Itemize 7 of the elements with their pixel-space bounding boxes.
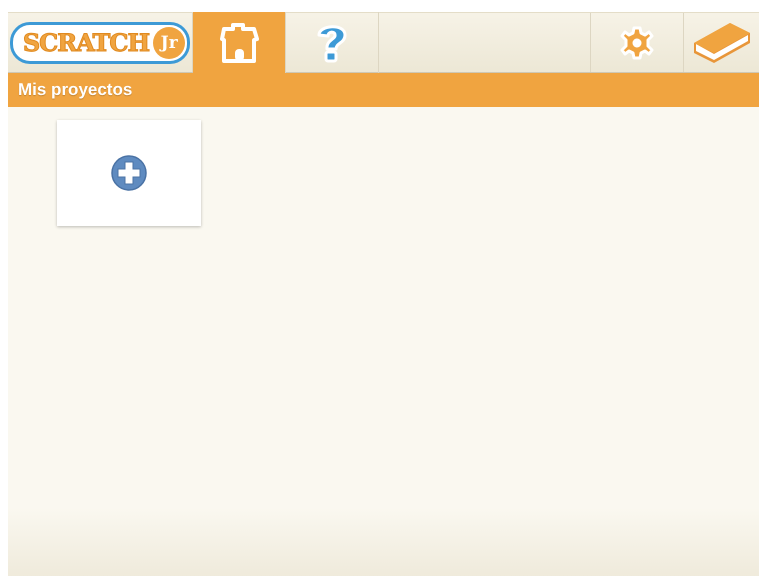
- logo: SCRATCH Jr: [10, 22, 190, 64]
- home-tab[interactable]: [193, 12, 286, 73]
- book-icon[interactable]: [692, 20, 752, 64]
- settings-icon[interactable]: [619, 24, 655, 60]
- new-project-card[interactable]: [57, 120, 201, 226]
- plus-icon: [110, 154, 148, 192]
- page-title: Mis proyectos: [18, 80, 132, 100]
